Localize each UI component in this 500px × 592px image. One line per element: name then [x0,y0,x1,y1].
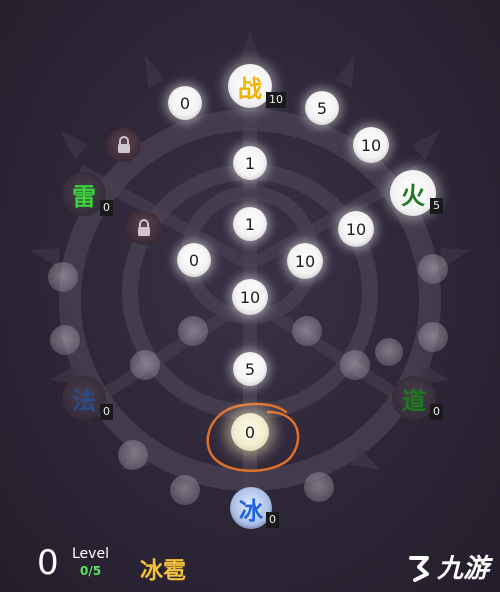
locked-node[interactable] [48,262,78,292]
element-count-bing: 0 [266,512,279,528]
skill-node-center[interactable]: 10 [232,279,268,315]
skill-node-center-left[interactable]: 0 [177,243,211,277]
skill-node-lower-center[interactable]: 5 [233,352,267,386]
locked-node[interactable] [418,322,448,352]
jiuyou-logo-icon [409,555,429,582]
skill-node-top-left[interactable]: 0 [168,86,202,120]
locked-node[interactable] [304,472,334,502]
skill-node-selected[interactable]: 0 [231,413,269,451]
skill-node-center-top[interactable]: 1 [233,207,267,241]
locked-node[interactable] [118,440,148,470]
element-count-fa: 0 [100,404,113,420]
locked-node[interactable] [130,350,160,380]
level-progress: 0/5 [80,564,102,578]
watermark-text: 九游 [437,554,490,584]
element-count-zhan: 10 [266,92,286,108]
locked-node[interactable] [418,254,448,284]
selected-skill-name: 冰雹 [140,557,186,584]
locked-node[interactable] [292,316,322,346]
locked-node[interactable] [340,350,370,380]
skill-node-top-right[interactable]: 5 [305,91,339,125]
skill-node-right-ring[interactable]: 10 [338,211,374,247]
spoke-left [77,164,253,271]
skill-node-center-right[interactable]: 10 [287,243,323,279]
locked-node[interactable] [375,338,403,366]
skill-node-inner-top[interactable]: 1 [233,146,267,180]
lock-icon [138,219,150,236]
element-count-huo: 5 [430,198,443,214]
locked-node-mid-left[interactable] [127,211,161,245]
lock-icon [118,136,130,153]
element-count-dao: 0 [430,404,443,420]
locked-node-upper-left[interactable] [107,128,141,162]
element-count-lei: 0 [100,200,113,216]
watermark: 九游 [405,548,489,585]
skill-tree-screen: 0 5 10 1 10 1 0 10 10 5 0 战 10 火 5 雷 0 法… [0,0,500,592]
skill-node-upper-right[interactable]: 10 [353,127,389,163]
skill-points-count: 0 [37,543,59,583]
level-label: Level [72,546,109,562]
locked-node[interactable] [170,475,200,505]
locked-node[interactable] [50,325,80,355]
locked-node[interactable] [178,316,208,346]
